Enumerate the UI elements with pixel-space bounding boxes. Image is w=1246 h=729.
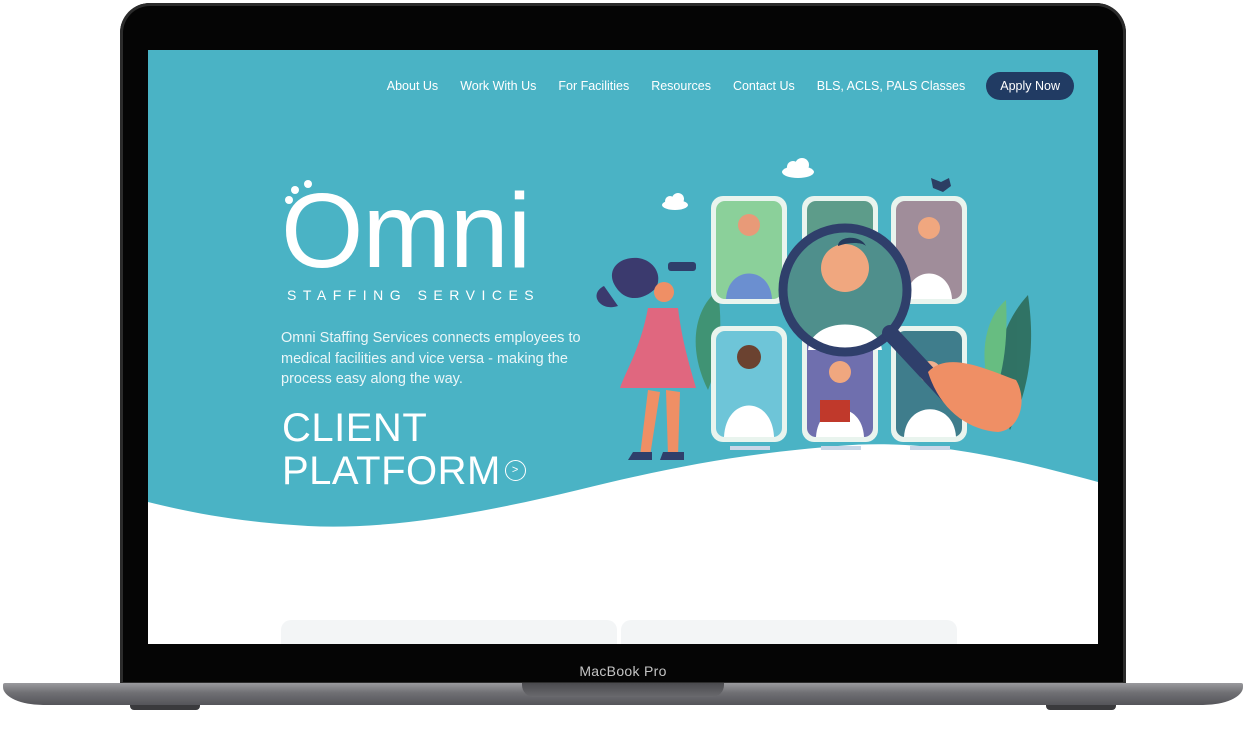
- logo-dots-icon: [285, 180, 312, 204]
- feature-card-left: [281, 620, 617, 644]
- chevron-right-icon: >: [504, 459, 526, 481]
- laptop-foot: [1046, 705, 1116, 710]
- brand-logo[interactable]: Omni STAFFING SERVICES: [281, 178, 540, 303]
- feature-card-right: [621, 620, 957, 644]
- hero-description: Omni Staffing Services connects employee…: [281, 330, 581, 387]
- nav-contact-us[interactable]: Contact Us: [733, 79, 795, 93]
- laptop-foot: [130, 705, 200, 710]
- cta-line-1: CLIENT: [282, 406, 428, 450]
- nav-work-with-us[interactable]: Work With Us: [460, 79, 536, 93]
- client-platform-link[interactable]: CLIENT PLATFORM >: [282, 407, 526, 493]
- cta-line-2: PLATFORM: [282, 449, 501, 493]
- nav-about-us[interactable]: About Us: [387, 79, 438, 93]
- brand-tagline: STAFFING SERVICES: [287, 287, 541, 303]
- apply-now-button[interactable]: Apply Now: [986, 72, 1074, 100]
- browser-screen: About Us Work With Us For Facilities Res…: [148, 50, 1098, 644]
- device-label: MacBook Pro: [579, 663, 667, 679]
- nav-resources[interactable]: Resources: [651, 79, 711, 93]
- laptop-notch: [522, 683, 724, 697]
- main-nav: About Us Work With Us For Facilities Res…: [365, 72, 1074, 100]
- nav-for-facilities[interactable]: For Facilities: [558, 79, 629, 93]
- nav-classes[interactable]: BLS, ACLS, PALS Classes: [817, 79, 965, 93]
